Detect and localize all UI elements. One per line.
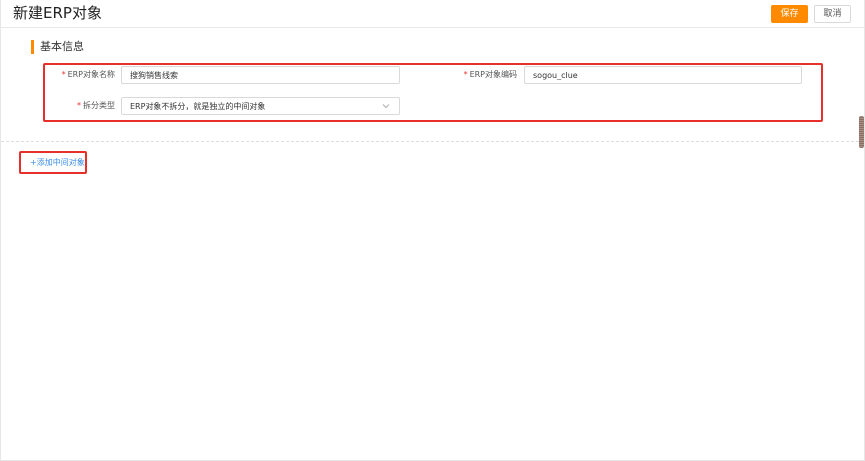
header-bar: 新建ERP对象 保存 取消 [1,0,864,28]
add-intermediate-object-link[interactable]: +添加中间对象 [30,157,85,168]
erp-name-label-text: ERP对象名称 [67,70,115,79]
erp-name-input[interactable] [121,66,400,84]
erp-code-input[interactable] [524,66,802,84]
scrollbar-thumb[interactable] [859,116,864,148]
section-title-basic-info: 基本信息 [31,40,84,54]
page-title: 新建ERP对象 [13,4,102,22]
required-mark: * [61,70,66,79]
split-type-label: * 拆分类型 [53,100,115,112]
chevron-down-icon [382,104,390,109]
erp-name-label: * ERP对象名称 [53,69,115,81]
erp-code-label-text: ERP对象编码 [469,70,517,79]
split-type-select[interactable]: ERP对象不拆分，就是独立的中间对象 [121,97,400,115]
window: 新建ERP对象 保存 取消 基本信息 *ERP对象名称 *ERP对象编码 *拆分… [0,0,865,461]
required-mark: * [463,70,468,79]
save-button[interactable]: 保存 [771,5,808,23]
erp-code-label: * ERP对象编码 [451,69,517,81]
section-divider [1,141,864,142]
cancel-button[interactable]: 取消 [814,5,851,23]
required-mark: * [77,101,81,110]
split-type-selected-value: ERP对象不拆分，就是独立的中间对象 [130,102,266,111]
split-type-label-text: 拆分类型 [83,101,115,110]
